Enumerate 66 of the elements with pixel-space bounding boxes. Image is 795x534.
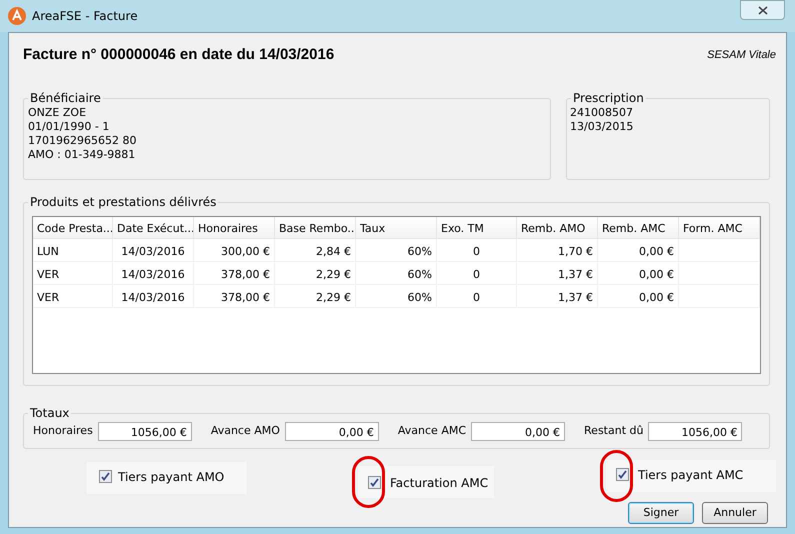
table-cell: 1,37 € — [558, 268, 593, 281]
table-cell: 378,00 € — [221, 268, 270, 281]
table-cell: LUN — [37, 245, 59, 258]
column-header[interactable]: Base Rembo... — [275, 217, 356, 238]
total-field[interactable]: 1056,00 € — [648, 422, 742, 440]
table-cell: 14/03/2016 — [121, 291, 185, 304]
column-header[interactable]: Exo. TM — [437, 217, 517, 238]
table-cell: VER — [37, 291, 60, 304]
checkbox[interactable] — [368, 476, 381, 489]
table-cell: 14/03/2016 — [121, 268, 185, 281]
beneficiary-line: 1701962965652 80 — [28, 134, 136, 148]
check-icon — [101, 472, 110, 481]
total-field[interactable]: 1056,00 € — [98, 422, 192, 440]
column-header[interactable]: Date Exécut... — [113, 217, 194, 238]
table-cell: 60% — [408, 291, 432, 304]
column-header[interactable]: Honoraires — [194, 217, 275, 238]
window-title: AreaFSE - Facture — [32, 8, 138, 25]
close-icon — [758, 6, 768, 14]
table-cell: 0,00 € — [639, 245, 674, 258]
group-legend: Prescription — [571, 90, 646, 106]
cancel-button[interactable]: Annuler — [702, 502, 768, 524]
column-header[interactable]: Remb. AMC — [598, 217, 679, 238]
group-legend: Produits et prestations délivrés — [28, 194, 218, 210]
total-label: Avance AMO — [210, 422, 280, 439]
table-cell: 0 — [473, 268, 480, 281]
sign-button[interactable]: Signer — [628, 502, 694, 524]
table-cell: VER — [37, 268, 60, 281]
total-label: Avance AMC — [398, 422, 466, 439]
table-cell: 2,29 € — [316, 291, 351, 304]
table-cell: 2,84 € — [316, 245, 351, 258]
checkbox[interactable] — [616, 468, 629, 481]
prescription-line: 241008507 — [570, 106, 633, 120]
table-cell: 60% — [408, 245, 432, 258]
table-cell: 378,00 € — [221, 291, 270, 304]
checkbox-label: Tiers payant AMC — [638, 467, 744, 483]
checkbox-label: Tiers payant AMO — [118, 469, 224, 485]
table-cell: 0,00 € — [639, 291, 674, 304]
mode-label: SESAM Vitale — [707, 48, 776, 63]
table-cell: 300,00 € — [221, 245, 270, 258]
total-label: Honoraires — [33, 422, 93, 439]
close-button[interactable] — [740, 0, 785, 20]
check-icon — [370, 478, 379, 487]
beneficiary-line: ONZE ZOE — [28, 106, 86, 120]
invoice-title: Facture n° 000000046 en date du 14/03/2016 — [23, 44, 334, 65]
table-cell: 2,29 € — [316, 268, 351, 281]
total-field[interactable]: 0,00 € — [471, 422, 566, 440]
prescription-line: 13/03/2015 — [570, 120, 634, 134]
table-cell: 1,37 € — [558, 291, 593, 304]
table-cell: 0 — [473, 291, 480, 304]
table-cell: 0 — [473, 245, 480, 258]
table-cell: 0,00 € — [639, 268, 674, 281]
column-header[interactable]: Taux — [356, 217, 437, 238]
checkbox-label: Facturation AMC — [390, 475, 488, 491]
column-header[interactable]: Code Presta... — [33, 217, 113, 238]
beneficiary-line: AMO : 01-349-9881 — [28, 148, 136, 162]
checkbox[interactable] — [99, 470, 112, 483]
app-logo-icon — [8, 7, 26, 25]
check-icon — [618, 470, 627, 479]
table-cell: 14/03/2016 — [121, 245, 185, 258]
total-label: Restant dû — [584, 422, 644, 439]
column-header[interactable]: Form. AMC — [679, 217, 760, 238]
table-cell: 60% — [408, 268, 432, 281]
column-header[interactable]: Remb. AMO — [517, 217, 598, 238]
total-field[interactable]: 0,00 € — [284, 422, 379, 440]
table-cell: 1,70 € — [558, 245, 593, 258]
beneficiary-line: 01/01/1990 - 1 — [28, 120, 110, 134]
